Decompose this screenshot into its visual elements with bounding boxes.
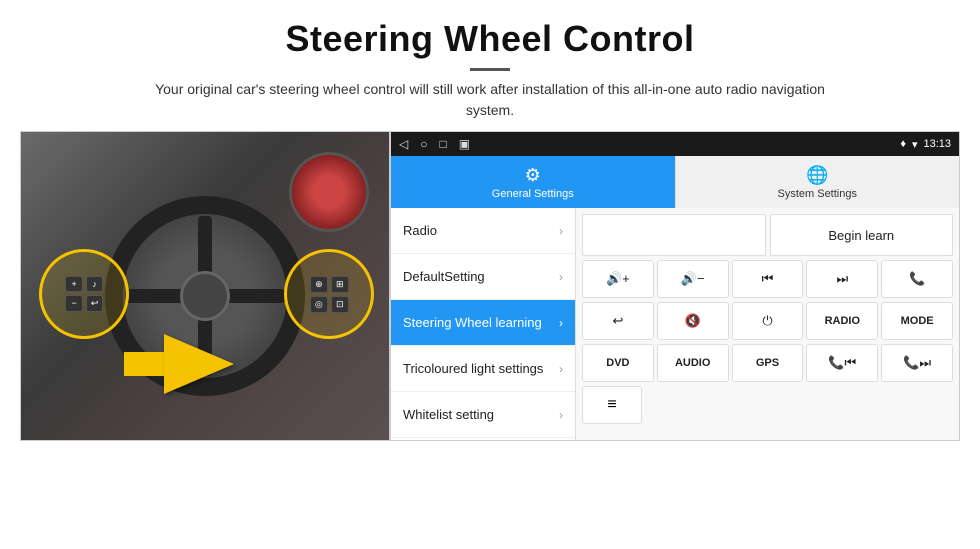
menu-radio-label: Radio xyxy=(403,223,437,238)
menu-steering-wheel[interactable]: Steering Wheel learning › xyxy=(391,300,575,346)
page-container: Steering Wheel Control Your original car… xyxy=(0,0,980,549)
general-settings-icon: ⚙ xyxy=(525,165,541,186)
volume-down-btn[interactable]: 🔊− xyxy=(657,260,729,298)
header-section: Steering Wheel Control Your original car… xyxy=(0,0,980,131)
content-area: + ♪ − ↩ ⊕ ⊞ ◎ ⊡ xyxy=(0,131,980,549)
mode-btn[interactable]: MODE xyxy=(881,302,953,340)
yellow-circle-left: + ♪ − ↩ xyxy=(39,249,129,339)
yellow-circle-right: ⊕ ⊞ ◎ ⊡ xyxy=(284,249,374,339)
status-bar: ◁ ○ □ ▣ ♦ ▾ 13:13 xyxy=(391,132,959,156)
menu-tricoloured[interactable]: Tricoloured light settings › xyxy=(391,346,575,392)
arrow-container xyxy=(124,334,244,394)
radio-btn[interactable]: RADIO xyxy=(806,302,878,340)
title-divider xyxy=(470,68,510,71)
system-settings-icon: 🌐 xyxy=(806,165,828,186)
control-row-3: ↩ 🔇 ⏻ RADIO MODE xyxy=(582,302,953,340)
sw-btn-minus[interactable]: − xyxy=(65,295,83,312)
status-left: ◁ ○ □ ▣ xyxy=(399,137,470,151)
control-row-5: ≡ xyxy=(582,386,953,424)
tab-general-label: General Settings xyxy=(492,188,574,200)
menu-default-label: DefaultSetting xyxy=(403,269,485,284)
next-track-btn[interactable]: ⏭ xyxy=(806,260,878,298)
status-right: ♦ ▾ 13:13 xyxy=(900,138,951,151)
mute-btn[interactable]: 🔇 xyxy=(657,302,729,340)
menu-whitelist[interactable]: Whitelist setting › xyxy=(391,392,575,438)
menu-default-setting[interactable]: DefaultSetting › xyxy=(391,254,575,300)
sw-btn-r4[interactable]: ⊡ xyxy=(331,296,349,313)
chevron-icon: › xyxy=(559,362,563,376)
page-subtitle: Your original car's steering wheel contr… xyxy=(140,79,840,121)
screenshot-icon[interactable]: ▣ xyxy=(459,137,470,151)
sw-btn-r3[interactable]: ◎ xyxy=(310,296,328,313)
apps-icon[interactable]: □ xyxy=(439,137,446,151)
tab-system-label: System Settings xyxy=(778,188,857,200)
signal-icon: ▾ xyxy=(912,138,918,151)
menu-icon-btn[interactable]: ≡ xyxy=(582,386,642,424)
chevron-icon: › xyxy=(559,224,563,238)
left-menu: Radio › DefaultSetting › Steering Wheel … xyxy=(391,208,576,440)
chevron-icon: › xyxy=(559,316,563,330)
gps-icon: ♦ xyxy=(900,138,906,150)
back-call-btn[interactable]: ↩ xyxy=(582,302,654,340)
wheel-center xyxy=(180,271,230,321)
tab-bar: ⚙ General Settings 🌐 System Settings xyxy=(391,156,959,208)
phone-btn[interactable]: 📞 xyxy=(881,260,953,298)
control-row-4: DVD AUDIO GPS 📞⏮ 📞⏭ xyxy=(582,344,953,382)
android-panel: ◁ ○ □ ▣ ♦ ▾ 13:13 ⚙ General Settings xyxy=(390,131,960,441)
tab-general-settings[interactable]: ⚙ General Settings xyxy=(391,156,675,208)
right-panel: Begin learn 🔊+ 🔊− ⏮ ⏭ 📞 ↩ 🔇 ⏻ xyxy=(576,208,959,440)
prev-track-btn[interactable]: ⏮ xyxy=(732,260,804,298)
control-row-2: 🔊+ 🔊− ⏮ ⏭ 📞 xyxy=(582,260,953,298)
right-button-group: ⊕ ⊞ ◎ ⊡ xyxy=(306,272,353,317)
car-image: + ♪ − ↩ ⊕ ⊞ ◎ ⊡ xyxy=(20,131,390,441)
dashboard-circle xyxy=(289,152,369,232)
home-icon[interactable]: ○ xyxy=(420,137,427,151)
page-title: Steering Wheel Control xyxy=(20,18,960,60)
phone-next-btn[interactable]: 📞⏭ xyxy=(881,344,953,382)
audio-btn[interactable]: AUDIO xyxy=(657,344,729,382)
power-btn[interactable]: ⏻ xyxy=(732,302,804,340)
volume-up-btn[interactable]: 🔊+ xyxy=(582,260,654,298)
empty-display-box xyxy=(582,214,766,256)
sw-btn-r1[interactable]: ⊕ xyxy=(310,276,328,293)
begin-learn-button[interactable]: Begin learn xyxy=(770,214,954,256)
menu-tricoloured-label: Tricoloured light settings xyxy=(403,361,543,376)
menu-steering-label: Steering Wheel learning xyxy=(403,315,542,330)
row-1: Begin learn xyxy=(582,214,953,256)
status-time: 13:13 xyxy=(923,138,951,150)
sw-btn-plus[interactable]: + xyxy=(65,276,83,292)
menu-whitelist-label: Whitelist setting xyxy=(403,407,494,422)
sw-btn-audio[interactable]: ♪ xyxy=(86,276,104,292)
phone-prev-btn[interactable]: 📞⏮ xyxy=(806,344,878,382)
main-content: Radio › DefaultSetting › Steering Wheel … xyxy=(391,208,959,440)
sw-btn-call[interactable]: ↩ xyxy=(86,295,104,312)
dvd-btn[interactable]: DVD xyxy=(582,344,654,382)
gps-btn[interactable]: GPS xyxy=(732,344,804,382)
sw-btn-r2[interactable]: ⊞ xyxy=(331,276,349,293)
steering-bg: + ♪ − ↩ ⊕ ⊞ ◎ ⊡ xyxy=(21,132,389,440)
chevron-icon: › xyxy=(559,270,563,284)
left-button-group: + ♪ − ↩ xyxy=(61,272,107,316)
back-icon[interactable]: ◁ xyxy=(399,137,408,151)
chevron-icon: › xyxy=(559,408,563,422)
menu-radio[interactable]: Radio › xyxy=(391,208,575,254)
yellow-arrow xyxy=(164,334,234,394)
tab-system-settings[interactable]: 🌐 System Settings xyxy=(675,156,960,208)
